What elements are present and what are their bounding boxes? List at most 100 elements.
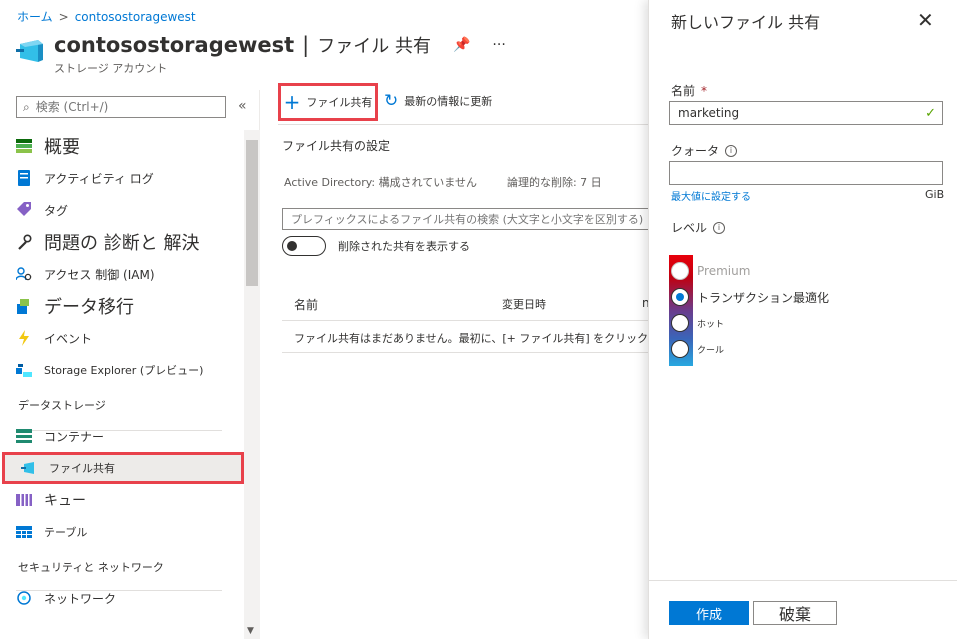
radio-button[interactable] <box>671 340 689 358</box>
info-icon[interactable]: i <box>713 221 726 234</box>
quota-label-row: クォータ i <box>671 142 738 159</box>
queue-icon <box>16 492 32 508</box>
sidebar-item-events[interactable]: イベント <box>0 322 244 354</box>
tier-option-label: ホット <box>697 319 725 330</box>
overview-icon <box>16 138 32 154</box>
footer-divider <box>649 580 957 581</box>
empty-table-message: ファイル共有はまだありません。最初に、[+ ファイル共有] をクリックして <box>294 332 648 345</box>
sidebar-item-networking[interactable]: ネットワーク <box>0 582 244 614</box>
name-label: 名前 <box>671 84 696 98</box>
add-file-share-label: ファイル共有 <box>306 96 373 109</box>
sidebar-item-storage-explorer[interactable]: Storage Explorer (プレビュー) <box>0 354 244 386</box>
sidebar-item-label: イベント <box>44 331 93 346</box>
quota-input[interactable] <box>676 162 936 182</box>
active-directory-status[interactable]: Active Directory: 構成されていません <box>284 174 477 190</box>
collapse-sidebar-icon[interactable]: « <box>238 98 247 114</box>
quota-unit: GiB <box>925 188 945 201</box>
sidebar-item-activity-log[interactable]: アクティビティ ログ <box>0 162 244 194</box>
sidebar-search-input[interactable] <box>35 100 206 114</box>
network-icon <box>16 590 32 606</box>
sidebar-item-label: アクティビティ ログ <box>44 171 154 186</box>
tier-option-label: Premium <box>697 264 751 278</box>
tier-option-hot[interactable]: ホット <box>671 314 724 332</box>
show-deleted-row: 削除された共有を表示する <box>282 236 470 256</box>
scroll-down-icon[interactable]: ▼ <box>247 626 254 636</box>
sidebar-item-tables[interactable]: テーブル <box>0 516 244 548</box>
radio-button[interactable] <box>671 314 689 332</box>
breadcrumb-separator: > <box>58 9 69 24</box>
section-data-storage: データストレージ <box>18 399 106 412</box>
sidebar-item-label: キュー <box>44 493 86 509</box>
main-content: + ファイル共有 ↻ 最新の情報に更新 ファイル共有の設定 Active Dir… <box>262 83 662 639</box>
set-max-link[interactable]: 最大値に設定する <box>671 188 751 203</box>
sidebar-search[interactable]: ⌕ <box>16 96 226 118</box>
new-file-share-panel: 新しいファイル 共有 ✕ 名前 * ✓ クォータ i 最大値に設定する GiB … <box>648 0 957 639</box>
quota-field[interactable] <box>669 161 943 185</box>
sidebar-item-label: テーブル <box>44 526 88 539</box>
sidebar-item-diagnose[interactable]: 問題の 診断と 解決 <box>0 226 244 258</box>
tier-option-label: トランザクション最適化 <box>697 290 830 305</box>
tier-option-label: クール <box>697 345 725 356</box>
iam-icon <box>16 266 32 282</box>
soft-delete-status[interactable]: 論理的な削除: 7 日 <box>507 174 602 190</box>
create-button[interactable]: 作成 <box>669 601 749 625</box>
sidebar-item-label: アクセス 制御 (IAM) <box>44 267 155 282</box>
radio-button[interactable] <box>671 262 689 280</box>
close-icon[interactable]: ✕ <box>917 8 934 32</box>
table-header-divider <box>282 320 648 321</box>
header-titles: contosostoragewest | ファイル 共有 📌 ··· ストレージ… <box>54 32 506 76</box>
breadcrumb-resource[interactable]: contosostoragewest <box>75 10 196 24</box>
sidebar-item-file-shares[interactable]: ファイル共有 <box>2 452 244 484</box>
check-icon: ✓ <box>925 105 936 121</box>
title-line: contosostoragewest | ファイル 共有 📌 ··· <box>54 32 506 58</box>
resource-type: ストレージ アカウント <box>54 62 168 75</box>
sidebar-item-label: Storage Explorer (プレビュー) <box>44 364 204 377</box>
title-separator: | <box>302 33 310 57</box>
tier-option-cool[interactable]: クール <box>671 340 724 358</box>
file-share-settings-title: ファイル共有の設定 <box>282 139 391 153</box>
tag-icon <box>16 202 32 218</box>
breadcrumb: ホーム > contosostoragewest <box>17 8 196 25</box>
activity-log-icon <box>16 170 32 186</box>
quota-label: クォータ <box>671 144 720 158</box>
storage-explorer-icon <box>16 362 32 378</box>
page-title: ファイル 共有 <box>317 36 431 57</box>
name-input[interactable] <box>678 106 918 120</box>
sidebar: ⌕ « 概要 アクティビティ ログ タグ <box>0 90 260 639</box>
column-modified[interactable]: 変更日時 <box>502 296 642 313</box>
data-migration-icon <box>16 298 32 314</box>
add-file-share-button[interactable]: + ファイル共有 <box>278 83 378 121</box>
toolbar-divider <box>278 124 648 125</box>
table-icon <box>16 524 32 540</box>
name-field[interactable]: ✓ <box>669 101 943 125</box>
sidebar-scroll-thumb[interactable] <box>246 140 258 286</box>
sidebar-item-label: タグ <box>44 203 69 218</box>
sidebar-item-overview[interactable]: 概要 <box>0 130 244 162</box>
more-icon[interactable]: ··· <box>492 37 505 53</box>
panel-title: 新しいファイル 共有 <box>671 13 821 32</box>
sidebar-item-tags[interactable]: タグ <box>0 194 244 226</box>
refresh-button[interactable]: ↻ 最新の情報に更新 <box>384 91 492 111</box>
radio-button[interactable] <box>671 288 689 306</box>
settings-info: Active Directory: 構成されていません 論理的な削除: 7 日 <box>284 174 602 190</box>
table-row-divider <box>282 352 648 353</box>
sidebar-item-label: ファイル共有 <box>49 462 115 475</box>
column-name[interactable]: 名前 <box>294 296 502 313</box>
sidebar-item-iam[interactable]: アクセス 制御 (IAM) <box>0 258 244 290</box>
info-icon[interactable]: i <box>725 144 738 157</box>
refresh-label: 最新の情報に更新 <box>404 95 493 108</box>
breadcrumb-home[interactable]: ホーム <box>17 8 53 25</box>
tier-option-transaction-optimized[interactable]: トランザクション最適化 <box>671 288 829 306</box>
discard-button[interactable]: 破棄 <box>753 601 837 625</box>
file-share-search-input[interactable] <box>291 212 651 226</box>
events-icon <box>16 330 32 346</box>
tier-option-premium[interactable]: Premium <box>671 262 750 280</box>
file-share-icon <box>21 460 37 476</box>
sidebar-item-containers[interactable]: コンテナー <box>0 420 244 452</box>
sidebar-item-data-migration[interactable]: データ移行 <box>0 290 244 322</box>
pin-icon[interactable]: 📌 <box>453 37 470 53</box>
sidebar-item-queues[interactable]: キュー <box>0 484 244 516</box>
show-deleted-toggle[interactable] <box>282 236 326 256</box>
file-share-search[interactable] <box>282 208 662 230</box>
wrench-icon <box>16 234 32 250</box>
